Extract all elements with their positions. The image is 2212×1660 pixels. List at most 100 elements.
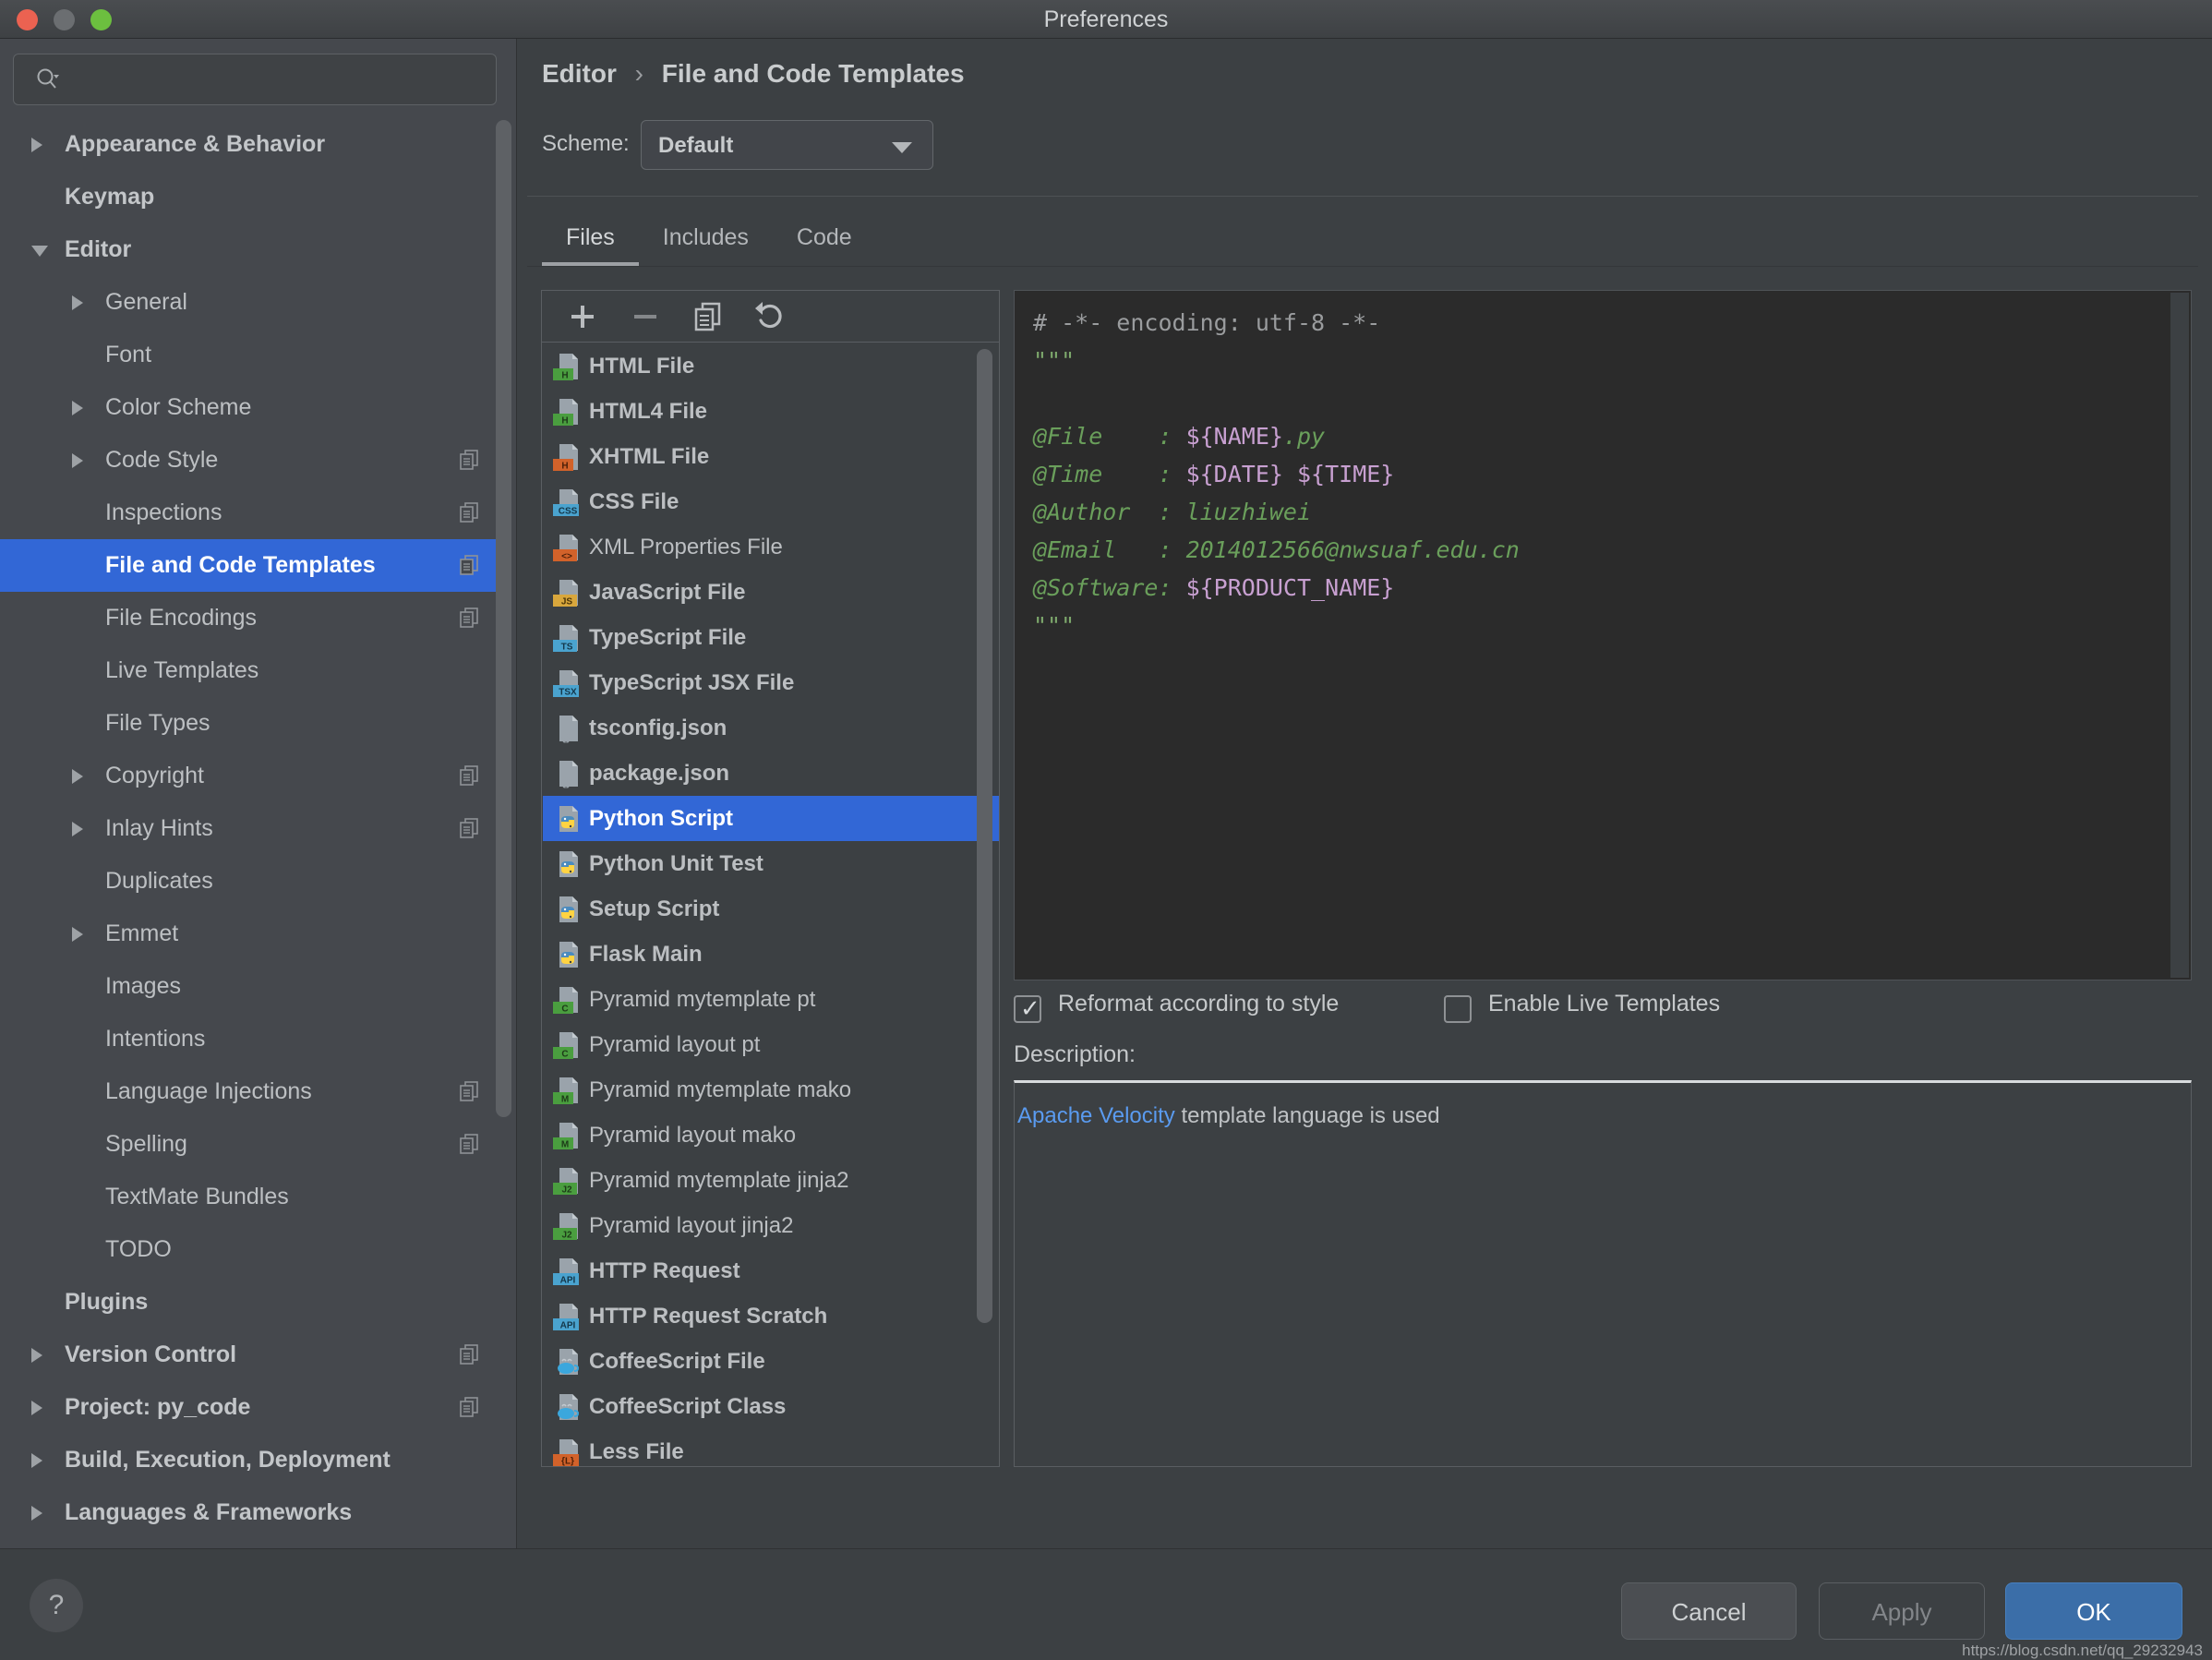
search-input[interactable]: [80, 54, 487, 104]
copy-settings-icon: [460, 502, 478, 523]
template-list-item[interactable]: API HTTP Request: [543, 1248, 999, 1293]
ok-button[interactable]: OK: [2005, 1582, 2182, 1640]
sidebar-item-intentions[interactable]: Intentions: [0, 1013, 506, 1065]
sidebar-item-color-scheme[interactable]: Color Scheme: [0, 381, 506, 434]
code-line: """: [1033, 342, 2141, 379]
chevron-right-icon[interactable]: [31, 1506, 42, 1521]
sidebar-item-build-execution-deployment[interactable]: Build, Execution, Deployment: [0, 1434, 506, 1486]
template-list-toolbar[interactable]: [542, 291, 999, 343]
sidebar-item-file-encodings[interactable]: File Encodings: [0, 592, 506, 644]
description-box[interactable]: Apache Velocity template language is use…: [1014, 1080, 2192, 1467]
sidebar-item-file-types[interactable]: File Types: [0, 697, 506, 750]
editor-scrollbar[interactable]: [2170, 293, 2189, 978]
svg-text:{L}: {L}: [561, 1457, 574, 1467]
copy-template-button[interactable]: [688, 298, 728, 335]
template-list-item[interactable]: Setup Script: [543, 886, 999, 932]
template-list-item[interactable]: C Pyramid layout pt: [543, 1022, 999, 1067]
chevron-right-icon[interactable]: [72, 769, 83, 784]
template-tabs[interactable]: Files Includes Code: [542, 212, 876, 266]
template-list-item[interactable]: H XHTML File: [543, 434, 999, 479]
help-button[interactable]: ?: [30, 1579, 83, 1632]
sidebar-item-font[interactable]: Font: [0, 329, 506, 381]
sidebar-item-label: Inlay Hints: [105, 815, 213, 841]
template-list-item[interactable]: {} tsconfig.json: [543, 705, 999, 751]
template-list-item[interactable]: {} package.json: [543, 751, 999, 796]
chevron-right-icon[interactable]: [72, 822, 83, 836]
template-list-item[interactable]: J2 Pyramid layout jinja2: [543, 1203, 999, 1248]
template-list-item[interactable]: J2 Pyramid mytemplate jinja2: [543, 1158, 999, 1203]
chevron-right-icon[interactable]: [31, 1348, 42, 1363]
apply-button[interactable]: Apply: [1819, 1582, 1985, 1640]
breadcrumb-parent[interactable]: Editor: [542, 59, 617, 88]
remove-template-button[interactable]: [625, 298, 666, 335]
sidebar-item-inspections[interactable]: Inspections: [0, 487, 506, 539]
sidebar-item-appearance-behavior[interactable]: Appearance & Behavior: [0, 118, 506, 171]
template-code-text[interactable]: # -*- encoding: utf-8 -*- """ @File : ${N…: [1033, 304, 2141, 644]
tab-includes[interactable]: Includes: [639, 212, 773, 266]
template-list-item[interactable]: Python Script: [543, 796, 999, 841]
add-template-button[interactable]: [562, 298, 603, 335]
chevron-right-icon[interactable]: [72, 295, 83, 310]
template-list-item[interactable]: {L} Less File: [543, 1429, 999, 1466]
chevron-right-icon[interactable]: [72, 453, 83, 468]
sidebar-item-language-injections[interactable]: Language Injections: [0, 1065, 506, 1118]
reformat-checkbox-label[interactable]: Reformat according to style: [1058, 991, 1339, 1017]
template-list[interactable]: H HTML File H HTML4 File H XHTML File CSS CSS F…: [543, 343, 999, 1466]
search-box[interactable]: [13, 54, 497, 105]
template-list-item[interactable]: Python Unit Test: [543, 841, 999, 886]
template-list-item[interactable]: CoffeeScript Class: [543, 1384, 999, 1429]
live-templates-checkbox[interactable]: [1444, 995, 1472, 1023]
settings-tree[interactable]: Appearance & Behavior Keymap Editor General…: [0, 118, 506, 1545]
sidebar-item-todo[interactable]: TODO: [0, 1223, 506, 1276]
tab-code[interactable]: Code: [773, 212, 876, 266]
sidebar-item-duplicates[interactable]: Duplicates: [0, 855, 506, 908]
apache-velocity-link[interactable]: Apache Velocity: [1017, 1103, 1175, 1128]
template-list-item[interactable]: API HTTP Request Scratch: [543, 1293, 999, 1339]
template-list-item[interactable]: <> XML Properties File: [543, 524, 999, 570]
template-list-scrollbar-thumb[interactable]: [977, 349, 992, 1323]
template-list-item[interactable]: TSX TypeScript JSX File: [543, 660, 999, 705]
template-list-item[interactable]: TS TypeScript File: [543, 615, 999, 660]
template-code-editor[interactable]: # -*- encoding: utf-8 -*- """ @File : ${N…: [1014, 290, 2192, 980]
chevron-right-icon[interactable]: [31, 138, 42, 152]
chevron-right-icon[interactable]: [72, 401, 83, 415]
sidebar-scrollbar-thumb[interactable]: [496, 120, 511, 1117]
sidebar-item-general[interactable]: General: [0, 276, 506, 329]
chevron-right-icon[interactable]: [31, 1401, 42, 1415]
sidebar-item-inlay-hints[interactable]: Inlay Hints: [0, 802, 506, 855]
svg-text:J2: J2: [561, 1185, 572, 1196]
tab-files[interactable]: Files: [542, 212, 639, 266]
sidebar-item-spelling[interactable]: Spelling: [0, 1118, 506, 1171]
sidebar-item-copyright[interactable]: Copyright: [0, 750, 506, 802]
template-list-item[interactable]: Flask Main: [543, 932, 999, 977]
sidebar-scrollbar[interactable]: [494, 120, 512, 1542]
sidebar-item-textmate-bundles[interactable]: TextMate Bundles: [0, 1171, 506, 1223]
template-list-item[interactable]: CoffeeScript File: [543, 1339, 999, 1384]
sidebar-item-editor[interactable]: Editor: [0, 223, 506, 276]
sidebar-item-images[interactable]: Images: [0, 960, 506, 1013]
sidebar-item-languages-frameworks[interactable]: Languages & Frameworks: [0, 1486, 506, 1539]
template-list-item[interactable]: H HTML File: [543, 343, 999, 389]
template-list-item[interactable]: C Pyramid mytemplate pt: [543, 977, 999, 1022]
template-list-item[interactable]: M Pyramid layout mako: [543, 1113, 999, 1158]
sidebar-item-file-and-code-templates[interactable]: File and Code Templates: [0, 539, 506, 592]
template-list-item[interactable]: H HTML4 File: [543, 389, 999, 434]
live-templates-checkbox-label[interactable]: Enable Live Templates: [1488, 991, 1720, 1017]
sidebar-item-live-templates[interactable]: Live Templates: [0, 644, 506, 697]
reformat-checkbox[interactable]: ✓: [1014, 994, 1041, 1023]
chevron-down-icon[interactable]: [31, 246, 48, 257]
chevron-right-icon[interactable]: [31, 1453, 42, 1468]
sidebar-item-version-control[interactable]: Version Control: [0, 1329, 506, 1381]
chevron-right-icon[interactable]: [72, 927, 83, 942]
sidebar-item-project-py-code[interactable]: Project: py_code: [0, 1381, 506, 1434]
template-list-item[interactable]: M Pyramid mytemplate mako: [543, 1067, 999, 1113]
sidebar-item-plugins[interactable]: Plugins: [0, 1276, 506, 1329]
sidebar-item-emmet[interactable]: Emmet: [0, 908, 506, 960]
sidebar-item-code-style[interactable]: Code Style: [0, 434, 506, 487]
sidebar-item-keymap[interactable]: Keymap: [0, 171, 506, 223]
cancel-button[interactable]: Cancel: [1621, 1582, 1797, 1640]
template-list-item[interactable]: CSS CSS File: [543, 479, 999, 524]
scheme-select[interactable]: Default: [641, 120, 933, 170]
reset-template-button[interactable]: [751, 298, 791, 335]
template-list-item[interactable]: JS JavaScript File: [543, 570, 999, 615]
